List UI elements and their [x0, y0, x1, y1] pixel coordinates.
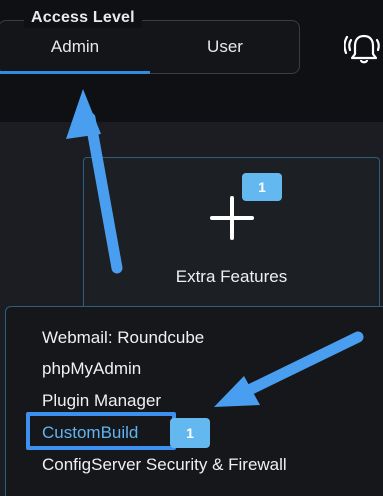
active-tab-indicator [0, 71, 150, 74]
bell-alert-icon[interactable] [344, 28, 383, 68]
custombuild-highlight-box [26, 412, 176, 450]
menu-item-webmail-roundcube[interactable]: Webmail: Roundcube [42, 327, 204, 349]
plus-icon [210, 196, 254, 240]
extra-features-title: Extra Features [175, 267, 288, 286]
access-level-user-tab[interactable]: User [150, 36, 300, 58]
access-level-admin-tab[interactable]: Admin [0, 36, 150, 58]
extra-features-badge: 1 [242, 173, 282, 201]
menu-item-configserver-firewall[interactable]: ConfigServer Security & Firewall [42, 454, 287, 476]
custombuild-badge: 1 [170, 418, 210, 448]
access-level-legend: Access Level [24, 8, 142, 28]
menu-item-phpmyadmin[interactable]: phpMyAdmin [42, 358, 141, 380]
menu-item-plugin-manager[interactable]: Plugin Manager [42, 390, 161, 412]
